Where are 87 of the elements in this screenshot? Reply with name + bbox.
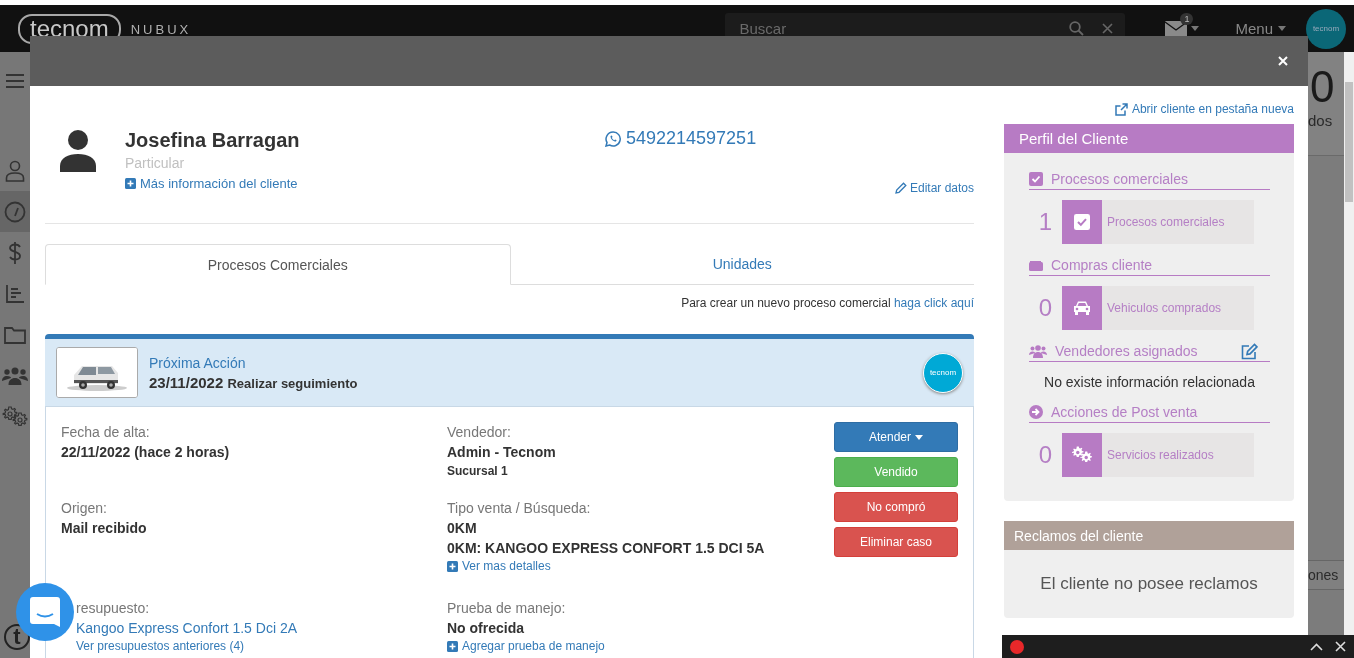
field-label: Origen:: [61, 499, 107, 518]
gears-icon: [1071, 445, 1093, 465]
brand-badge: tecnom: [923, 352, 963, 393]
pencil-icon: [894, 182, 907, 194]
car-icon: [1073, 300, 1091, 316]
field-label: Vendedor:: [447, 423, 511, 442]
person-icon: [60, 130, 96, 172]
stat-tile[interactable]: Vehiculos comprados: [1062, 286, 1254, 330]
gauge-icon[interactable]: [4, 200, 26, 223]
plus-link[interactable]: Agregar prueba de manejo: [447, 638, 605, 654]
edit-link[interactable]: Editar datos: [894, 181, 974, 195]
plus-icon: [125, 178, 136, 189]
tab[interactable]: Procesos Comerciales: [45, 244, 511, 285]
arrow-circle-icon: [1029, 405, 1043, 419]
field-label: Prueba de manejo:: [447, 599, 566, 618]
action-button[interactable]: Vendido: [834, 457, 958, 487]
menu-icon[interactable]: [5, 73, 25, 89]
next-action-text: 23/11/2022 Realizar seguimiento: [149, 373, 358, 391]
dollar-icon[interactable]: [7, 240, 23, 265]
stat-tile[interactable]: Servicios realizados: [1062, 433, 1254, 477]
search-input[interactable]: Buscar: [737, 19, 1052, 38]
field-value: No ofrecida: [447, 619, 524, 638]
whatsapp-icon: [605, 130, 621, 147]
chevron-up-icon[interactable]: [1310, 642, 1323, 651]
caret-icon: [1191, 26, 1200, 31]
caret-icon: [1278, 26, 1286, 31]
wallet-icon: [1029, 258, 1043, 272]
stat-tile[interactable]: Procesos comerciales: [1062, 200, 1254, 244]
field-value: 0KM: [447, 519, 477, 538]
section-title: Procesos comerciales: [1051, 171, 1188, 187]
action-button[interactable]: No compró: [834, 492, 958, 522]
budget-link[interactable]: Kangoo Express Confort 1.5 Dci 2A: [76, 618, 297, 638]
empty-message: No existe información relacionada: [1043, 374, 1256, 390]
record-icon: [1010, 639, 1024, 654]
counter-label: dos: [1308, 112, 1334, 129]
gears-icon[interactable]: [2, 405, 28, 428]
checkbox-icon: [1029, 172, 1043, 186]
client-name: Josefina Barragan: [125, 128, 301, 152]
section-title: Compras cliente: [1051, 257, 1153, 273]
tab-label: ones: [1308, 560, 1344, 590]
history-link[interactable]: Ver presupuestos anteriores (4): [76, 638, 245, 655]
branch-text: Sucursal 1: [447, 463, 508, 480]
edit-icon[interactable]: [1241, 342, 1258, 360]
field-label: resupuesto:: [76, 599, 150, 618]
phone-link[interactable]: 5492214597251: [605, 128, 974, 149]
panel-title: Reclamos del cliente: [1004, 521, 1294, 550]
user-avatar[interactable]: tecnom: [1306, 8, 1346, 49]
field-value: 0KM: KANGOO EXPRESS CONFORT 1.5 DCI 5A: [447, 539, 765, 558]
users-icon: [1029, 344, 1047, 358]
checkbox-icon: [1074, 214, 1090, 230]
create-hint: Para crear un nuevo proceso comercial haga click aquí: [680, 296, 974, 310]
notification-badge: 1: [1180, 12, 1194, 25]
count-value: 1: [1037, 208, 1054, 236]
panel-title: Perfil del Cliente: [1004, 124, 1294, 153]
field-value: Admin - Tecnom: [447, 443, 556, 462]
count-value: 0: [1037, 441, 1054, 469]
create-link[interactable]: haga click aquí: [893, 296, 974, 310]
menu-button[interactable]: Menu: [1229, 19, 1292, 38]
mail-icon[interactable]: [1165, 20, 1188, 37]
field-value: Mail recibido: [61, 519, 147, 538]
action-button[interactable]: Eliminar caso: [834, 527, 958, 557]
plus-icon: [447, 640, 458, 652]
chart-icon[interactable]: [5, 283, 25, 304]
section-title: Acciones de Post venta: [1051, 404, 1198, 420]
external-link-icon: [1114, 102, 1128, 116]
next-action-title: Próxima Acción: [149, 354, 247, 371]
field-label: Fecha de alta:: [61, 423, 150, 442]
client-type: Particular: [125, 155, 186, 171]
plus-icon: [447, 560, 458, 572]
open-tab-link[interactable]: Abrir cliente en pestaña nueva: [1114, 102, 1294, 116]
scrollbar-thumb[interactable]: [1345, 82, 1353, 202]
count-value: 0: [1037, 294, 1054, 322]
empty-message: El cliente no posee reclamos: [1039, 573, 1259, 595]
plus-link[interactable]: Ver mas detalles: [447, 558, 551, 574]
action-button[interactable]: Atender: [834, 422, 958, 452]
more-info-link[interactable]: Más información del cliente: [125, 176, 298, 191]
field-label: Tipo venta / Búsqueda:: [447, 499, 591, 518]
chat-icon: [30, 597, 60, 627]
field-value: 22/11/2022 (hace 2 horas): [61, 443, 230, 462]
users-icon[interactable]: [2, 365, 28, 386]
user-icon[interactable]: [5, 159, 25, 182]
folder-icon[interactable]: [4, 325, 26, 344]
product-name: NUBUX: [130, 23, 192, 36]
section-title: Vendedores asignados: [1055, 343, 1198, 359]
close-button[interactable]: [1276, 54, 1290, 68]
counter-value: 0: [1310, 62, 1335, 112]
search-icon[interactable]: [1069, 21, 1085, 36]
